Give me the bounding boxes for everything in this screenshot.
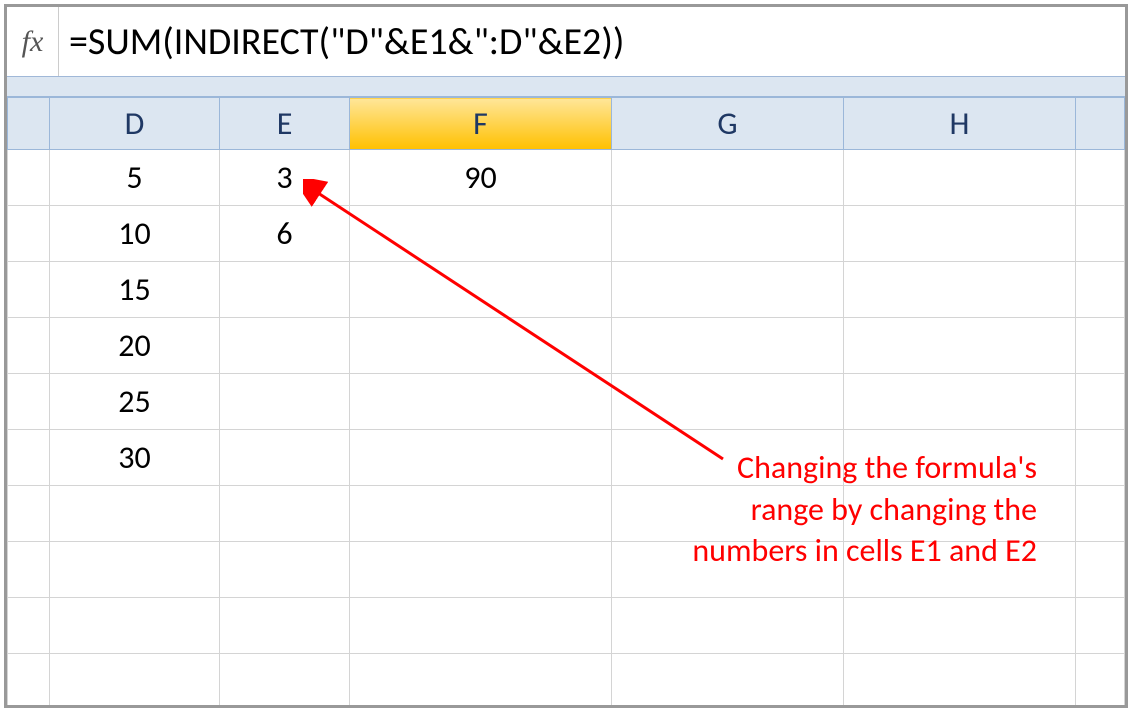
- cell-G3[interactable]: [612, 262, 844, 318]
- cell-F10[interactable]: [350, 654, 612, 709]
- row-1: 5 3 90: [8, 150, 1125, 206]
- row-8: [8, 542, 1125, 598]
- cell-F3[interactable]: [350, 262, 612, 318]
- column-header-H[interactable]: H: [844, 98, 1076, 150]
- row-6: 30: [8, 430, 1125, 486]
- cell-rest-4[interactable]: [1076, 318, 1125, 374]
- column-header-rest[interactable]: [1076, 98, 1125, 150]
- cell-D7[interactable]: [50, 486, 220, 542]
- cell-G2[interactable]: [612, 206, 844, 262]
- cell-D9[interactable]: [50, 598, 220, 654]
- cell-F4[interactable]: [350, 318, 612, 374]
- cell-D4[interactable]: 20: [50, 318, 220, 374]
- fx-icon[interactable]: fx: [7, 7, 59, 76]
- row-header-8[interactable]: [8, 542, 50, 598]
- cell-F8[interactable]: [350, 542, 612, 598]
- cell-H5[interactable]: [844, 374, 1076, 430]
- row-10: [8, 654, 1125, 709]
- cell-E9[interactable]: [220, 598, 350, 654]
- cell-rest-9[interactable]: [1076, 598, 1125, 654]
- cell-E2[interactable]: 6: [220, 206, 350, 262]
- row-4: 20: [8, 318, 1125, 374]
- row-2: 10 6: [8, 206, 1125, 262]
- cell-D1[interactable]: 5: [50, 150, 220, 206]
- cell-rest-3[interactable]: [1076, 262, 1125, 318]
- row-header-9[interactable]: [8, 598, 50, 654]
- cell-H8[interactable]: [844, 542, 1076, 598]
- spreadsheet-grid[interactable]: D E F G H 5 3 90: [7, 97, 1125, 708]
- cell-E6[interactable]: [220, 430, 350, 486]
- cell-G6[interactable]: [612, 430, 844, 486]
- cell-F7[interactable]: [350, 486, 612, 542]
- cell-rest-8[interactable]: [1076, 542, 1125, 598]
- cell-H10[interactable]: [844, 654, 1076, 709]
- app-window: fx D E F G H: [4, 4, 1128, 708]
- row-header-6[interactable]: [8, 430, 50, 486]
- row-7: [8, 486, 1125, 542]
- column-header-row: D E F G H: [8, 98, 1125, 150]
- cell-G10[interactable]: [612, 654, 844, 709]
- cell-G5[interactable]: [612, 374, 844, 430]
- row-3: 15: [8, 262, 1125, 318]
- cell-D5[interactable]: 25: [50, 374, 220, 430]
- cell-D10[interactable]: [50, 654, 220, 709]
- cell-D8[interactable]: [50, 542, 220, 598]
- cell-E3[interactable]: [220, 262, 350, 318]
- cell-G4[interactable]: [612, 318, 844, 374]
- cell-H4[interactable]: [844, 318, 1076, 374]
- row-9: [8, 598, 1125, 654]
- column-header-G[interactable]: G: [612, 98, 844, 150]
- cell-D2[interactable]: 10: [50, 206, 220, 262]
- cell-H6[interactable]: [844, 430, 1076, 486]
- cell-G7[interactable]: [612, 486, 844, 542]
- cell-D6[interactable]: 30: [50, 430, 220, 486]
- cell-E8[interactable]: [220, 542, 350, 598]
- cell-E10[interactable]: [220, 654, 350, 709]
- cell-E5[interactable]: [220, 374, 350, 430]
- row-header-2[interactable]: [8, 206, 50, 262]
- cell-F1[interactable]: 90: [350, 150, 612, 206]
- cell-F9[interactable]: [350, 598, 612, 654]
- cell-D3[interactable]: 15: [50, 262, 220, 318]
- corner-header[interactable]: [8, 98, 50, 150]
- cell-G9[interactable]: [612, 598, 844, 654]
- cell-E1[interactable]: 3: [220, 150, 350, 206]
- row-header-3[interactable]: [8, 262, 50, 318]
- formula-input[interactable]: [59, 7, 1125, 76]
- column-header-E[interactable]: E: [220, 98, 350, 150]
- cell-H1[interactable]: [844, 150, 1076, 206]
- cell-H2[interactable]: [844, 206, 1076, 262]
- row-header-4[interactable]: [8, 318, 50, 374]
- cell-G1[interactable]: [612, 150, 844, 206]
- cell-F6[interactable]: [350, 430, 612, 486]
- cell-H7[interactable]: [844, 486, 1076, 542]
- cell-rest-2[interactable]: [1076, 206, 1125, 262]
- cell-H3[interactable]: [844, 262, 1076, 318]
- column-header-D[interactable]: D: [50, 98, 220, 150]
- header-spacer: [7, 77, 1125, 97]
- row-5: 25: [8, 374, 1125, 430]
- cell-rest-7[interactable]: [1076, 486, 1125, 542]
- row-header-1[interactable]: [8, 150, 50, 206]
- column-header-F[interactable]: F: [350, 98, 612, 150]
- cell-rest-6[interactable]: [1076, 430, 1125, 486]
- cell-rest-5[interactable]: [1076, 374, 1125, 430]
- cell-F5[interactable]: [350, 374, 612, 430]
- cell-E4[interactable]: [220, 318, 350, 374]
- row-header-7[interactable]: [8, 486, 50, 542]
- cell-G8[interactable]: [612, 542, 844, 598]
- formula-bar: fx: [7, 7, 1125, 77]
- cell-E7[interactable]: [220, 486, 350, 542]
- cell-rest-1[interactable]: [1076, 150, 1125, 206]
- row-header-10[interactable]: [8, 654, 50, 709]
- cell-rest-10[interactable]: [1076, 654, 1125, 709]
- row-header-5[interactable]: [8, 374, 50, 430]
- cell-H9[interactable]: [844, 598, 1076, 654]
- cell-F2[interactable]: [350, 206, 612, 262]
